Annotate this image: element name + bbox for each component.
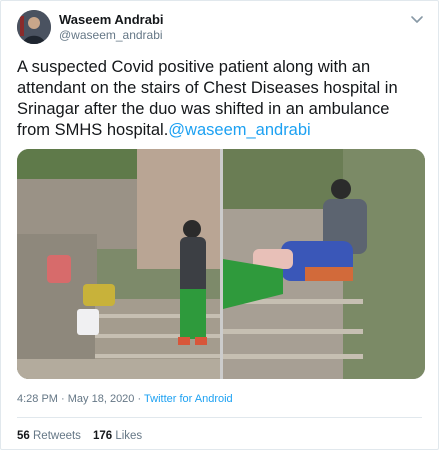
retweets-count: 56 [17,430,30,442]
tweet-date[interactable]: May 18, 2020 [68,393,135,405]
likes-stat[interactable]: 176 Likes [93,430,142,442]
photo-stairs-left[interactable] [17,149,220,379]
retweets-stat[interactable]: 56 Retweets [17,430,81,442]
author-name[interactable]: Waseem Andrabi [59,12,164,27]
photo-stairs-right[interactable] [223,149,425,379]
tweet-text: A suspected Covid positive patient along… [17,57,425,141]
tweet-source-link[interactable]: Twitter for Android [144,393,233,405]
avatar-image [17,10,51,44]
meta-separator: · [61,393,65,405]
likes-count: 176 [92,430,113,442]
likes-label: Likes [115,430,143,442]
chevron-down-icon[interactable] [410,14,424,24]
tweet-card: Waseem Andrabi @waseem_andrabi A suspect… [0,0,439,450]
retweets-label: Retweets [33,430,81,442]
divider [17,417,422,418]
tweet-time[interactable]: 4:28 PM [17,393,58,405]
tweet-stats: 56 Retweets 176 Likes [17,430,142,442]
meta-separator-2: · [137,393,142,405]
author-handle[interactable]: @waseem_andrabi [59,28,163,42]
mention-link[interactable]: @waseem_andrabi [168,121,310,139]
tweet-metadata: 4:28 PM · May 18, 2020 · Twitter for And… [17,393,233,405]
avatar[interactable] [17,10,51,44]
tweet-media[interactable] [17,149,425,379]
